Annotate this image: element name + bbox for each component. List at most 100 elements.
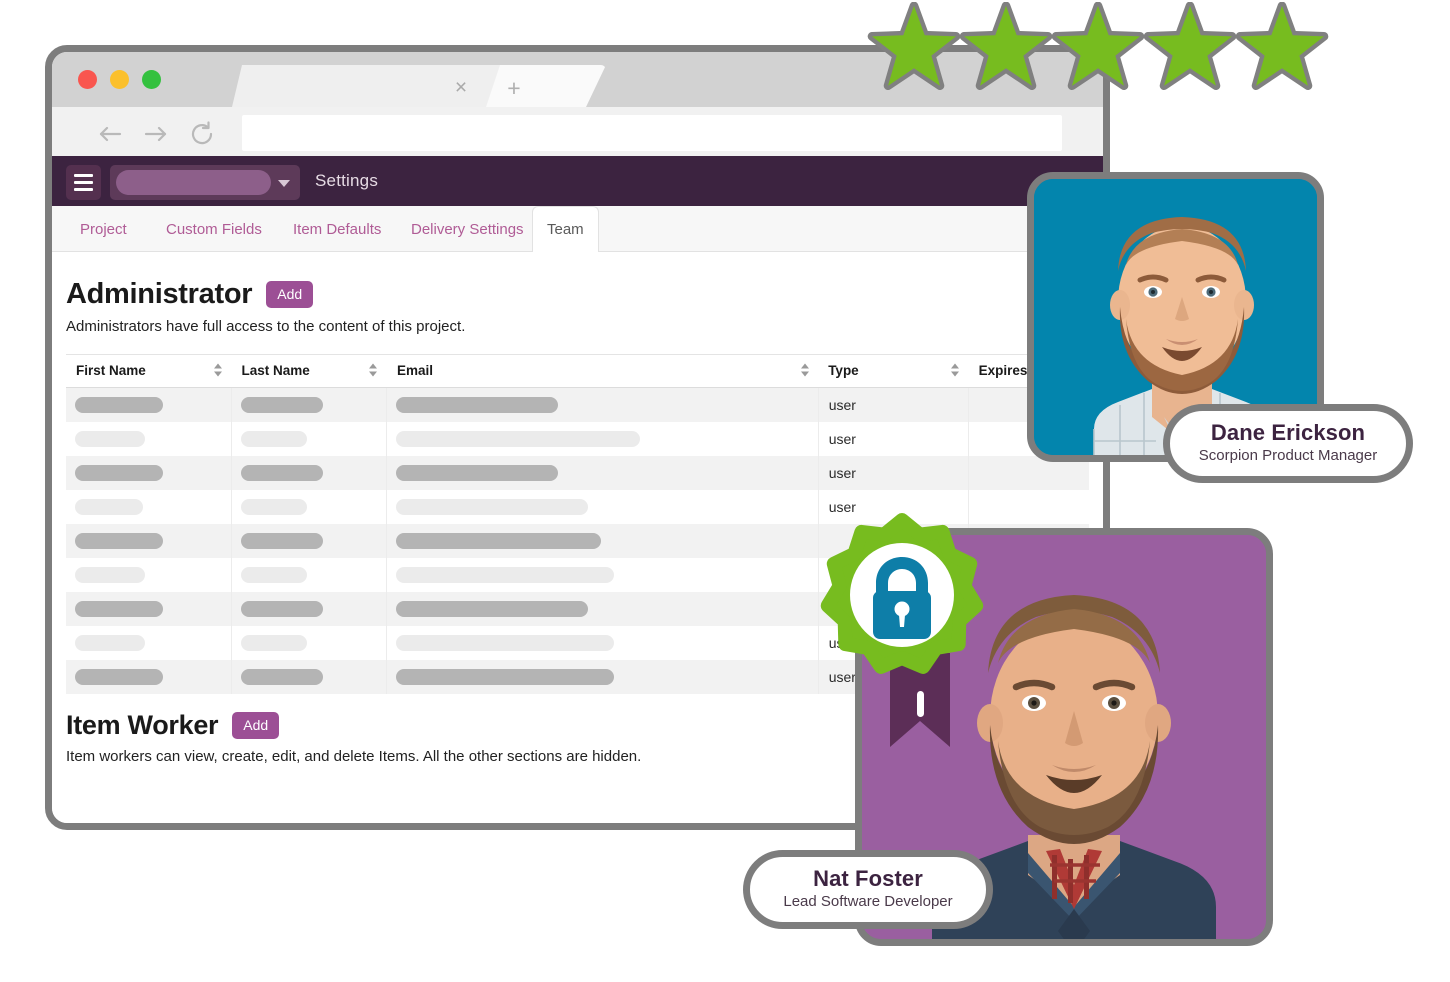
placeholder-bar bbox=[75, 634, 145, 651]
cell-email bbox=[386, 591, 819, 626]
item-worker-heading: Item Worker bbox=[66, 709, 219, 740]
star-icon bbox=[958, 2, 1054, 98]
sort-icon[interactable] bbox=[951, 363, 960, 379]
sort-icon[interactable] bbox=[369, 363, 378, 379]
cell-email bbox=[386, 455, 819, 490]
column-header-email[interactable]: Email bbox=[386, 354, 819, 388]
sort-icon[interactable] bbox=[800, 363, 809, 379]
tab-item-defaults[interactable]: Item Defaults bbox=[279, 206, 395, 252]
close-window-button[interactable] bbox=[78, 70, 97, 89]
cell-last-name bbox=[231, 387, 388, 422]
maximize-window-button[interactable] bbox=[142, 70, 161, 89]
placeholder-bar bbox=[240, 668, 323, 685]
placeholder-bar bbox=[396, 396, 559, 413]
placeholder-bar bbox=[240, 532, 323, 549]
tab-custom-fields[interactable]: Custom Fields bbox=[152, 206, 276, 252]
cell-type: user bbox=[818, 421, 970, 456]
column-header-first-name[interactable]: First Name bbox=[66, 354, 232, 388]
placeholder-bar bbox=[75, 396, 163, 413]
placeholder-bar bbox=[75, 668, 163, 685]
url-input[interactable] bbox=[242, 115, 1062, 151]
star-icon bbox=[866, 2, 962, 98]
cell-first-name bbox=[66, 455, 232, 490]
placeholder-bar bbox=[396, 532, 602, 549]
add-item-worker-button[interactable]: Add bbox=[232, 711, 280, 739]
table-row[interactable]: user bbox=[66, 455, 1089, 490]
minimize-window-button[interactable] bbox=[110, 70, 129, 89]
sort-icon[interactable] bbox=[213, 363, 222, 379]
cell-last-name bbox=[231, 557, 388, 592]
cell-email bbox=[386, 489, 819, 524]
tab-team[interactable]: Team bbox=[532, 206, 599, 253]
browser-tab[interactable] bbox=[232, 65, 532, 107]
browser-toolbar bbox=[52, 107, 1103, 159]
administrator-heading: Administrator bbox=[66, 278, 253, 310]
name-card-nat-foster: Nat Foster Lead Software Developer bbox=[743, 850, 993, 929]
placeholder-bar bbox=[396, 464, 559, 481]
cell-first-name bbox=[66, 625, 232, 660]
person-name: Nat Foster bbox=[813, 866, 923, 891]
cell-first-name bbox=[66, 523, 232, 558]
placeholder-bar bbox=[240, 464, 323, 481]
column-header-type[interactable]: Type bbox=[818, 354, 969, 388]
back-arrow-icon[interactable] bbox=[94, 118, 126, 150]
plus-icon[interactable]: + bbox=[503, 77, 525, 100]
person-role: Scorpion Product Manager bbox=[1198, 447, 1378, 464]
cell-last-name bbox=[231, 421, 388, 456]
cell-first-name bbox=[66, 421, 232, 456]
reload-arrow-icon[interactable] bbox=[186, 118, 218, 150]
tab-close-icon[interactable]: × bbox=[450, 77, 472, 100]
name-card-dane-erickson: Dane Erickson Scorpion Product Manager bbox=[1163, 404, 1413, 483]
placeholder-bar bbox=[75, 532, 163, 549]
placeholder-bar bbox=[396, 668, 615, 685]
project-selector-value bbox=[116, 170, 271, 195]
cell-type: user bbox=[818, 455, 970, 490]
placeholder-bar bbox=[396, 600, 589, 617]
tab-delivery-settings[interactable]: Delivery Settings bbox=[397, 206, 538, 252]
placeholder-bar bbox=[75, 600, 163, 617]
placeholder-bar bbox=[240, 566, 307, 583]
column-header-last-name[interactable]: Last Name bbox=[231, 354, 387, 388]
table-row[interactable]: user bbox=[66, 421, 1089, 456]
tab-project[interactable]: Project bbox=[66, 206, 141, 252]
placeholder-bar bbox=[396, 566, 615, 583]
add-administrator-button[interactable]: Add bbox=[266, 281, 314, 308]
placeholder-bar bbox=[240, 430, 307, 447]
table-row[interactable]: user bbox=[66, 387, 1089, 422]
placeholder-bar bbox=[396, 498, 589, 515]
cell-email bbox=[386, 557, 819, 592]
cell-email bbox=[386, 625, 819, 660]
placeholder-bar bbox=[75, 430, 145, 447]
cell-last-name bbox=[231, 591, 388, 626]
cell-last-name bbox=[231, 625, 388, 660]
cell-last-name bbox=[231, 659, 388, 694]
placeholder-bar bbox=[240, 600, 323, 617]
placeholder-bar bbox=[240, 396, 323, 413]
administrator-section-header: Administrator Add bbox=[66, 278, 1089, 311]
cell-type: user bbox=[818, 387, 970, 422]
cell-email bbox=[386, 387, 819, 422]
table-header-row: First Name Last Name Email Type Expires bbox=[66, 354, 1089, 388]
administrator-description: Administrators have full access to the c… bbox=[66, 318, 466, 335]
cell-last-name bbox=[231, 455, 388, 490]
star-icon bbox=[1234, 2, 1330, 98]
cell-first-name bbox=[66, 489, 232, 524]
forward-arrow-icon[interactable] bbox=[140, 118, 172, 150]
chevron-down-icon bbox=[278, 180, 290, 187]
page-root: × + Settings Project Custom Fields Item … bbox=[0, 0, 1450, 982]
cell-email bbox=[386, 523, 819, 558]
project-selector[interactable] bbox=[110, 165, 300, 200]
cell-email bbox=[386, 659, 819, 694]
placeholder-bar bbox=[75, 464, 163, 481]
hamburger-icon[interactable] bbox=[66, 165, 101, 200]
person-role: Lead Software Developer bbox=[783, 893, 953, 910]
security-lock-badge bbox=[815, 505, 990, 755]
placeholder-bar bbox=[75, 498, 143, 515]
person-name: Dane Erickson bbox=[1210, 420, 1366, 445]
cell-first-name bbox=[66, 387, 232, 422]
placeholder-bar bbox=[396, 430, 641, 447]
cell-email bbox=[386, 421, 819, 456]
placeholder-bar bbox=[240, 634, 307, 651]
page-title: Settings bbox=[315, 171, 379, 190]
cell-last-name bbox=[231, 523, 388, 558]
